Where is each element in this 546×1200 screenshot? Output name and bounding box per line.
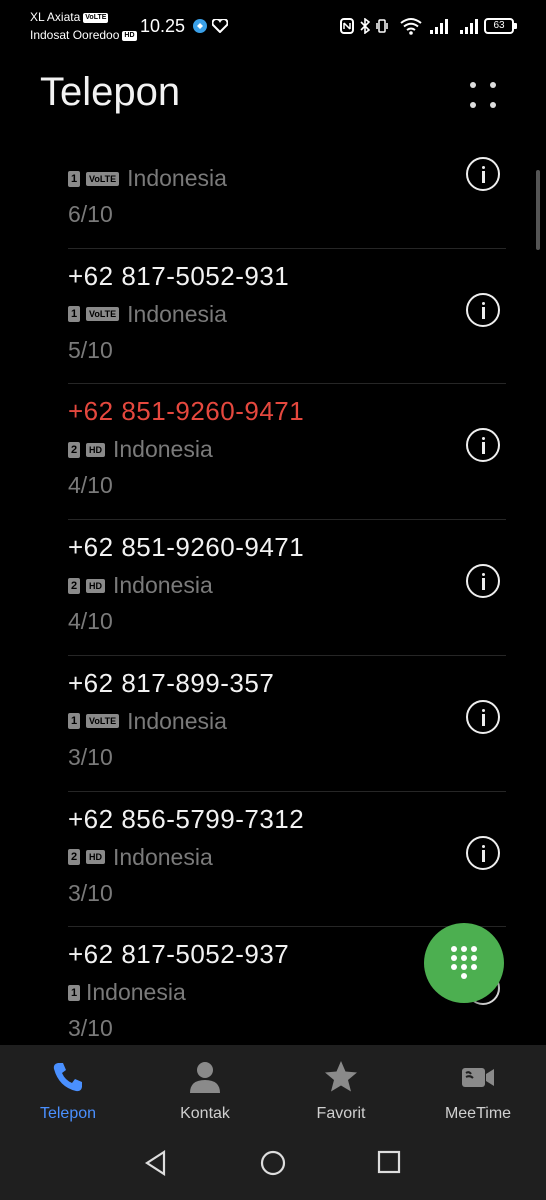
sim-slot-icon: 1 <box>68 170 80 187</box>
call-log-list[interactable]: 1 VoLTE Indonesia 6/10 +62 817-5052-931 1 VoLT… <box>0 140 546 1045</box>
nav-label: Telepon <box>39 1105 97 1122</box>
more-dot-icon <box>470 102 476 108</box>
signal-sim2-icon <box>460 18 480 34</box>
carrier-2-hd-badge: HD <box>122 30 137 41</box>
video-call-icon <box>462 1068 494 1087</box>
network-badge: VoLTE <box>86 171 120 186</box>
more-options-button[interactable] <box>466 78 502 112</box>
call-country: Indonesia <box>127 165 227 191</box>
nav-label: Kontak <box>180 1105 230 1122</box>
info-icon[interactable] <box>466 157 500 191</box>
network-badge: HD <box>86 850 105 864</box>
call-number: +62 851-9260-9471 <box>68 396 305 427</box>
info-icon[interactable] <box>466 428 500 463</box>
call-meta: 1 VoLTE Indonesia <box>68 301 227 328</box>
call-country: Indonesia <box>113 843 213 870</box>
carrier-2-name: Indosat Ooredoo <box>30 28 120 42</box>
call-country: Indonesia <box>86 979 186 1006</box>
status-bar: XL Axiata VoLTE Indosat Ooredoo HD 10.25 6… <box>0 0 546 56</box>
call-country: Indonesia <box>113 436 213 463</box>
call-number: +62 817-899-357 <box>68 667 275 698</box>
sim-slot-icon: 2 <box>68 441 80 458</box>
vibrate-icon <box>376 19 388 33</box>
bottom-navigation: Telepon Kontak Favorit MeeTime <box>0 1045 546 1200</box>
call-date: 6/10 <box>68 201 113 227</box>
call-number: +62 856-5799-7312 <box>68 803 305 834</box>
call-date: 3/10 <box>68 743 113 770</box>
call-number: +62 817-5052-931 <box>68 260 290 291</box>
carrier-1: XL Axiata VoLTE <box>30 10 109 24</box>
signal-sim1-icon <box>430 18 450 34</box>
network-badge: HD <box>86 442 105 457</box>
call-date: 4/10 <box>68 472 113 499</box>
call-meta: 2 HD Indonesia <box>68 844 213 871</box>
contacts-icon <box>190 1062 220 1093</box>
call-meta: 1 Indonesia <box>68 979 186 1006</box>
page-title: Telepon <box>40 70 181 114</box>
recents-icon[interactable] <box>377 1150 401 1174</box>
battery-indicator: 63 <box>484 18 517 34</box>
sim-slot-icon: 1 <box>68 713 80 730</box>
nfc-icon <box>340 18 354 34</box>
scrollbar[interactable] <box>536 170 540 250</box>
info-icon[interactable] <box>466 292 500 327</box>
status-time: 10.25 <box>140 16 186 36</box>
nav-label: Favorit <box>316 1105 366 1122</box>
wifi-icon <box>400 18 422 35</box>
call-meta: 2 HD Indonesia <box>68 436 213 463</box>
call-country: Indonesia <box>113 572 213 599</box>
call-log-item[interactable]: +62 856-5799-7312 2 HD Indonesia 3/10 <box>68 792 506 927</box>
call-date: 3/10 <box>68 879 113 906</box>
call-log-item[interactable]: 1 VoLTE Indonesia 6/10 <box>68 140 506 248</box>
dialpad-icon <box>451 946 477 979</box>
nav-tab-telepon[interactable]: Telepon <box>0 1045 136 1145</box>
call-date: 5/10 <box>68 336 113 363</box>
back-icon[interactable] <box>144 1150 168 1176</box>
call-country: Indonesia <box>127 300 227 327</box>
call-log-item[interactable]: +62 851-9260-9471 2 HD Indonesia 4/10 <box>68 384 506 519</box>
home-icon[interactable] <box>260 1150 286 1176</box>
info-icon[interactable] <box>466 835 500 870</box>
more-dot-icon <box>470 82 476 88</box>
call-meta: 1 VoLTE Indonesia <box>68 708 227 735</box>
nav-label: MeeTime <box>444 1105 512 1122</box>
call-log-item[interactable]: +62 817-5052-931 1 VoLTE Indonesia 5/10 <box>68 249 506 384</box>
network-badge: VoLTE <box>86 307 120 322</box>
call-number: +62 851-9260-9471 <box>68 532 305 563</box>
sim-slot-icon: 1 <box>68 984 80 1001</box>
phone-icon <box>53 1063 82 1092</box>
call-meta: 1 VoLTE Indonesia <box>68 165 227 192</box>
call-number: +62 817-5052-937 <box>68 939 290 970</box>
call-log-item[interactable]: +62 817-899-357 1 VoLTE Indonesia 3/10 <box>68 656 506 791</box>
nav-tab-favorit[interactable]: Favorit <box>273 1045 409 1145</box>
call-log-item[interactable]: +62 851-9260-9471 2 HD Indonesia 4/10 <box>68 520 506 655</box>
info-icon[interactable] <box>466 564 500 599</box>
network-badge: HD <box>86 578 105 593</box>
info-icon[interactable] <box>466 699 500 734</box>
more-dot-icon <box>490 82 496 88</box>
nav-tab-kontak[interactable]: Kontak <box>137 1045 273 1145</box>
carrier-1-name: XL Axiata <box>30 10 81 24</box>
bluetooth-icon <box>360 18 370 34</box>
app-notification-icon <box>193 19 207 33</box>
carrier-2: Indosat Ooredoo HD <box>30 28 137 42</box>
call-country: Indonesia <box>127 707 227 734</box>
more-dot-icon <box>490 102 496 108</box>
call-date: 3/10 <box>68 1015 113 1042</box>
sim-slot-icon: 2 <box>68 849 80 865</box>
star-icon <box>325 1061 357 1092</box>
dialpad-button[interactable] <box>424 923 504 1003</box>
call-meta: 2 HD Indonesia <box>68 572 213 599</box>
nav-tab-meetime[interactable]: MeeTime <box>410 1045 546 1145</box>
network-badge: VoLTE <box>86 714 120 729</box>
sim-slot-icon: 2 <box>68 577 80 594</box>
carrier-1-volte-badge: VoLTE <box>83 12 109 23</box>
sim-slot-icon: 1 <box>68 306 80 323</box>
health-app-icon <box>212 19 228 33</box>
call-date: 4/10 <box>68 608 113 635</box>
